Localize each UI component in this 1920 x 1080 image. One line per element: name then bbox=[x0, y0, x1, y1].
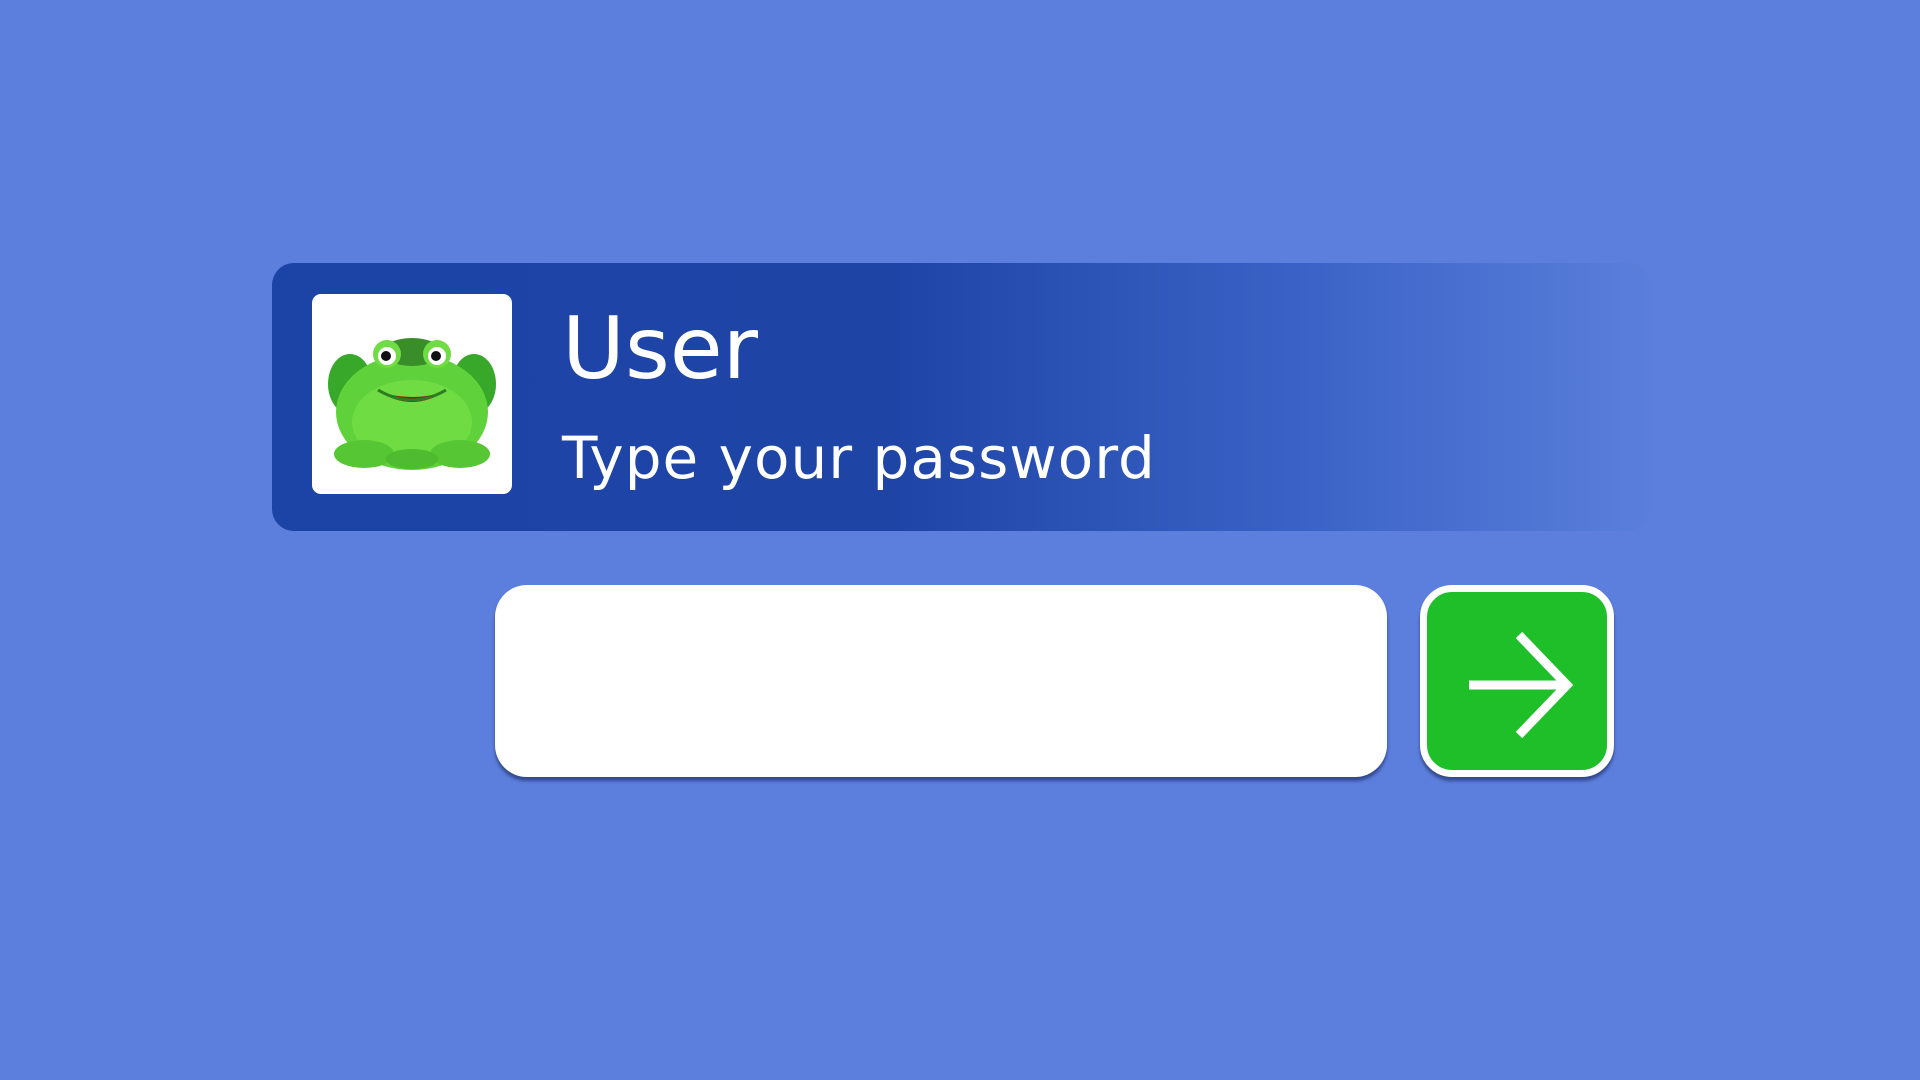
frog-avatar-icon bbox=[312, 294, 512, 494]
user-name: User bbox=[562, 299, 759, 399]
password-input[interactable] bbox=[495, 585, 1387, 777]
user-banner: User Type your password bbox=[272, 263, 1650, 531]
password-prompt: Type your password bbox=[562, 424, 1156, 492]
submit-button[interactable] bbox=[1420, 585, 1614, 777]
arrow-right-icon bbox=[1469, 631, 1574, 739]
